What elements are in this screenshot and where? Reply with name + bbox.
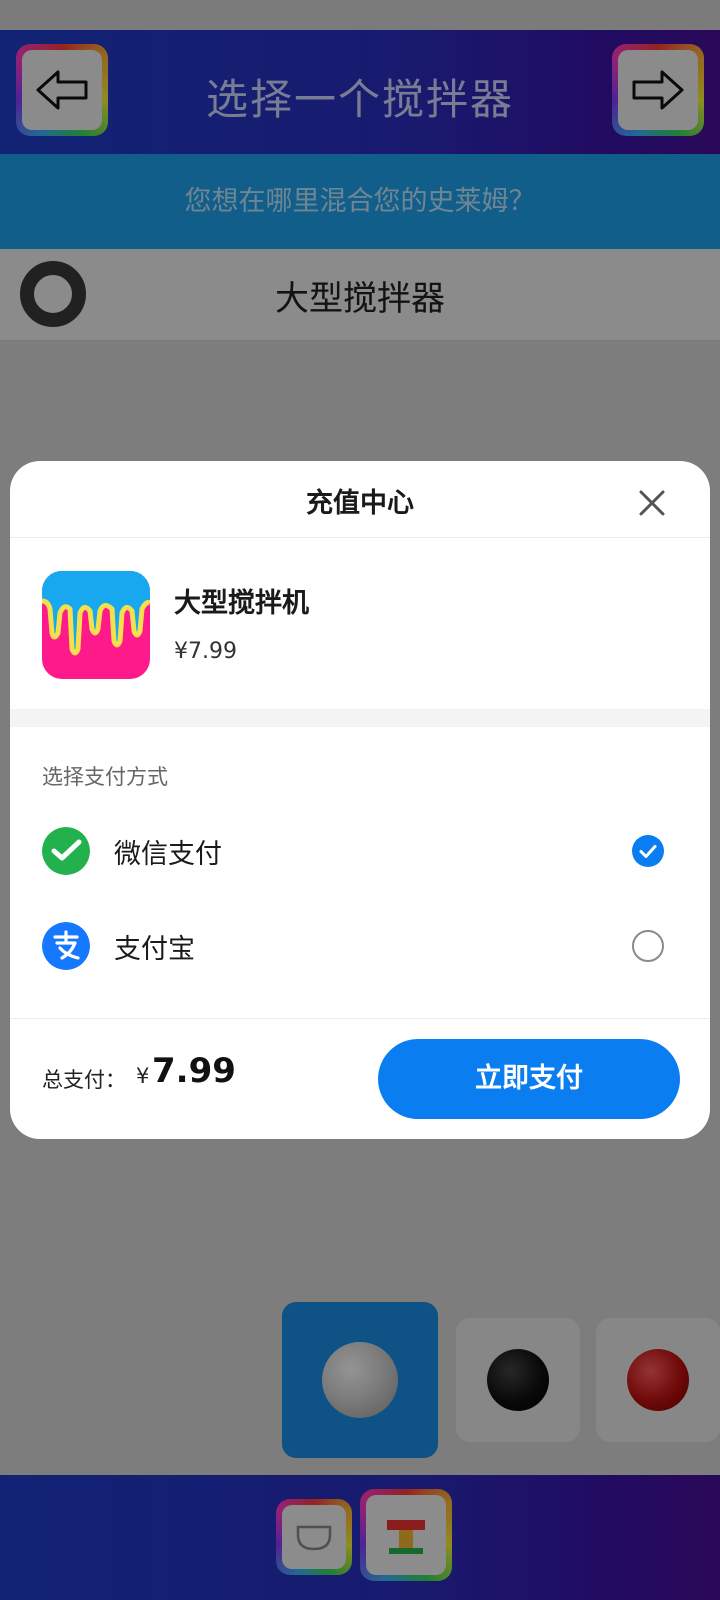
- total-amount: 7.99: [152, 1051, 236, 1091]
- payment-option-wechat[interactable]: 微信支付: [10, 806, 710, 896]
- product-price: ¥7.99: [174, 639, 237, 664]
- total-currency: ¥: [136, 1064, 150, 1088]
- payment-dialog: 充值中心 大型搅拌机 ¥7.99 选择支付方式 微信支付 支付宝 总支付： ¥ …: [10, 461, 710, 1139]
- divider: [10, 537, 710, 538]
- product-image: [42, 571, 150, 679]
- section-separator: [10, 709, 710, 727]
- divider: [10, 1018, 710, 1019]
- payment-option-label: 微信支付: [114, 839, 222, 870]
- payment-method-heading: 选择支付方式: [42, 765, 168, 789]
- payment-option-label: 支付宝: [114, 934, 195, 965]
- checkmark-icon: [639, 845, 657, 858]
- pay-now-button[interactable]: 立即支付: [378, 1039, 680, 1119]
- payment-radio-unselected[interactable]: [632, 930, 664, 962]
- payment-option-alipay[interactable]: 支付宝: [10, 901, 710, 991]
- close-button[interactable]: [632, 483, 672, 523]
- alipay-icon: [42, 922, 90, 970]
- product-name: 大型搅拌机: [174, 588, 309, 619]
- dialog-title: 充值中心: [306, 488, 414, 519]
- close-icon: [639, 490, 665, 516]
- payment-radio-selected[interactable]: [632, 835, 664, 867]
- total-label: 总支付：: [42, 1068, 126, 1092]
- wechat-pay-icon: [42, 827, 90, 875]
